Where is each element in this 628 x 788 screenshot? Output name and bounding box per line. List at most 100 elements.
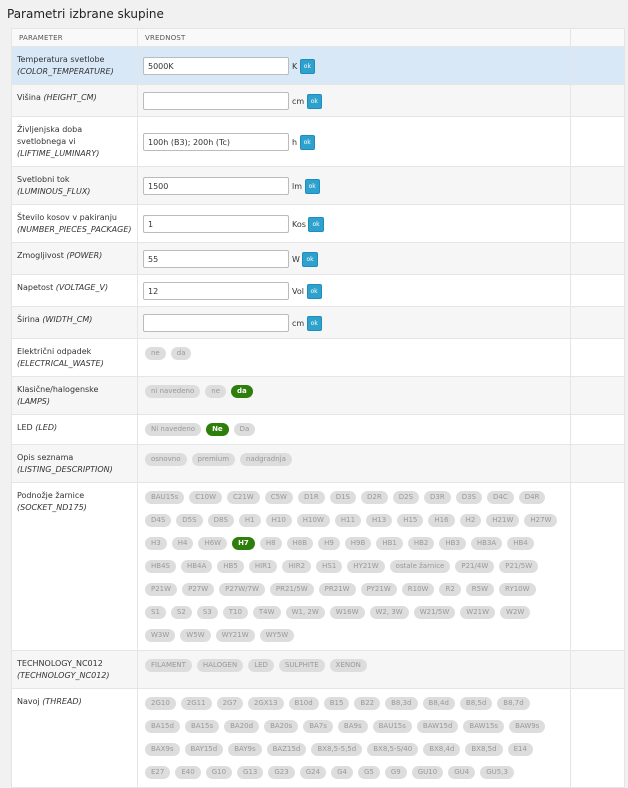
option-chip[interactable]: R2	[439, 583, 461, 596]
option-chip[interactable]: S1	[145, 606, 166, 619]
option-chip[interactable]: W2, 3W	[369, 606, 409, 619]
option-chip[interactable]: H6W	[198, 537, 228, 550]
option-chip[interactable]: BA20d	[224, 720, 260, 733]
option-chip[interactable]: H15	[397, 514, 424, 527]
option-chip[interactable]: G10	[205, 766, 233, 779]
option-chip[interactable]: HALOGEN	[196, 659, 244, 672]
option-chip[interactable]: D1R	[297, 491, 325, 504]
option-chip[interactable]: HB4S	[145, 560, 176, 573]
option-chip[interactable]: GU10	[411, 766, 444, 779]
option-chip[interactable]: P27W	[182, 583, 215, 596]
ok-button[interactable]: ok	[306, 315, 322, 331]
option-chip[interactable]: H7	[232, 537, 255, 550]
option-chip[interactable]: H3	[145, 537, 167, 550]
option-chip[interactable]: H9B	[344, 537, 372, 550]
option-chip[interactable]: ni navedeno	[145, 385, 201, 398]
option-chip[interactable]: HS1	[316, 560, 343, 573]
option-chip[interactable]: BA15s	[184, 720, 220, 733]
option-chip[interactable]: C10W	[189, 491, 222, 504]
option-chip[interactable]: BAW15d	[416, 720, 459, 733]
option-chip[interactable]: HB4	[507, 537, 534, 550]
option-chip[interactable]: B8,7d	[497, 697, 530, 710]
option-chip[interactable]: D2R	[361, 491, 388, 504]
param-value-input[interactable]: 5000K	[143, 57, 289, 75]
option-chip[interactable]: D1S	[329, 491, 356, 504]
option-chip[interactable]: B15	[323, 697, 350, 710]
option-chip[interactable]: H9	[318, 537, 340, 550]
option-chip[interactable]: W16W	[329, 606, 365, 619]
option-chip[interactable]: GU4	[448, 766, 476, 779]
option-chip[interactable]: Ni navedeno	[145, 423, 202, 436]
option-chip[interactable]: BAW15s	[463, 720, 505, 733]
option-chip[interactable]: GU5,3	[480, 766, 514, 779]
option-chip[interactable]: D4R	[518, 491, 546, 504]
option-chip[interactable]: D5S	[176, 514, 203, 527]
option-chip[interactable]: B8,4d	[422, 697, 455, 710]
ok-button[interactable]: ok	[299, 134, 315, 150]
option-chip[interactable]: Da	[233, 423, 256, 436]
option-chip[interactable]: B10d	[288, 697, 319, 710]
option-chip[interactable]: HB5	[217, 560, 244, 573]
option-chip[interactable]: nadgradnja	[240, 453, 292, 466]
option-chip[interactable]: HY21W	[347, 560, 385, 573]
ok-button[interactable]: ok	[299, 58, 315, 74]
option-chip[interactable]: PR21W	[318, 583, 356, 596]
option-chip[interactable]: W21/5W	[413, 606, 456, 619]
option-chip[interactable]: C21W	[227, 491, 260, 504]
option-chip[interactable]: H4	[171, 537, 194, 550]
option-chip[interactable]: BA7s	[303, 720, 333, 733]
option-chip[interactable]: ostale žarnice	[389, 560, 451, 573]
option-chip[interactable]: HB4A	[180, 560, 213, 573]
param-value-input[interactable]	[143, 92, 289, 110]
option-chip[interactable]: HIR2	[282, 560, 312, 573]
option-chip[interactable]: W1, 2W	[285, 606, 325, 619]
option-chip[interactable]: D3R	[424, 491, 451, 504]
option-chip[interactable]: B22	[354, 697, 381, 710]
option-chip[interactable]: W3W	[145, 629, 176, 642]
option-chip[interactable]: H8B	[286, 537, 314, 550]
option-chip[interactable]: H1	[238, 514, 261, 527]
option-chip[interactable]: BX8,5d	[465, 743, 503, 756]
option-chip[interactable]: B8,3d	[385, 697, 418, 710]
option-chip[interactable]: H27W	[524, 514, 558, 527]
option-chip[interactable]: da	[170, 347, 192, 360]
option-chip[interactable]: E14	[507, 743, 533, 756]
option-chip[interactable]: P21/4W	[455, 560, 495, 573]
option-chip[interactable]: XENON	[329, 659, 367, 672]
option-chip[interactable]: HB3	[439, 537, 466, 550]
param-value-input[interactable]: 1	[143, 215, 289, 233]
option-chip[interactable]: BAX9s	[145, 743, 180, 756]
option-chip[interactable]: premium	[191, 453, 236, 466]
option-chip[interactable]: ne	[205, 385, 227, 398]
option-chip[interactable]: BAY9s	[228, 743, 262, 756]
option-chip[interactable]: G23	[268, 766, 295, 779]
option-chip[interactable]: SULPHITE	[278, 659, 325, 672]
option-chip[interactable]: W21W	[460, 606, 496, 619]
ok-button[interactable]: ok	[302, 251, 318, 267]
ok-button[interactable]: ok	[308, 216, 324, 232]
option-chip[interactable]: BAU15s	[372, 720, 412, 733]
param-value-input[interactable]	[143, 314, 289, 332]
param-value-input[interactable]: 100h (B3); 200h (Tc)	[143, 133, 289, 151]
option-chip[interactable]: H10W	[296, 514, 330, 527]
option-chip[interactable]: P27W/7W	[219, 583, 265, 596]
option-chip[interactable]: D8S	[207, 514, 234, 527]
option-chip[interactable]: BX8,5-S/40	[367, 743, 419, 756]
option-chip[interactable]: D2S	[392, 491, 420, 504]
option-chip[interactable]: G4	[331, 766, 353, 779]
option-chip[interactable]: WY21W	[215, 629, 255, 642]
option-chip[interactable]: T10	[222, 606, 248, 619]
option-chip[interactable]: RY10W	[499, 583, 536, 596]
option-chip[interactable]: HIR1	[248, 560, 278, 573]
option-chip[interactable]: W5W	[180, 629, 211, 642]
option-chip[interactable]: H10	[265, 514, 292, 527]
param-value-input[interactable]: 55	[143, 250, 289, 268]
option-chip[interactable]: T4W	[252, 606, 281, 619]
option-chip[interactable]: ne	[145, 347, 166, 360]
option-chip[interactable]: S2	[170, 606, 192, 619]
option-chip[interactable]: G13	[237, 766, 264, 779]
option-chip[interactable]: HB1	[376, 537, 403, 550]
option-chip[interactable]: E40	[175, 766, 201, 779]
option-chip[interactable]: BA9s	[337, 720, 368, 733]
option-chip[interactable]: 2GX13	[247, 697, 284, 710]
